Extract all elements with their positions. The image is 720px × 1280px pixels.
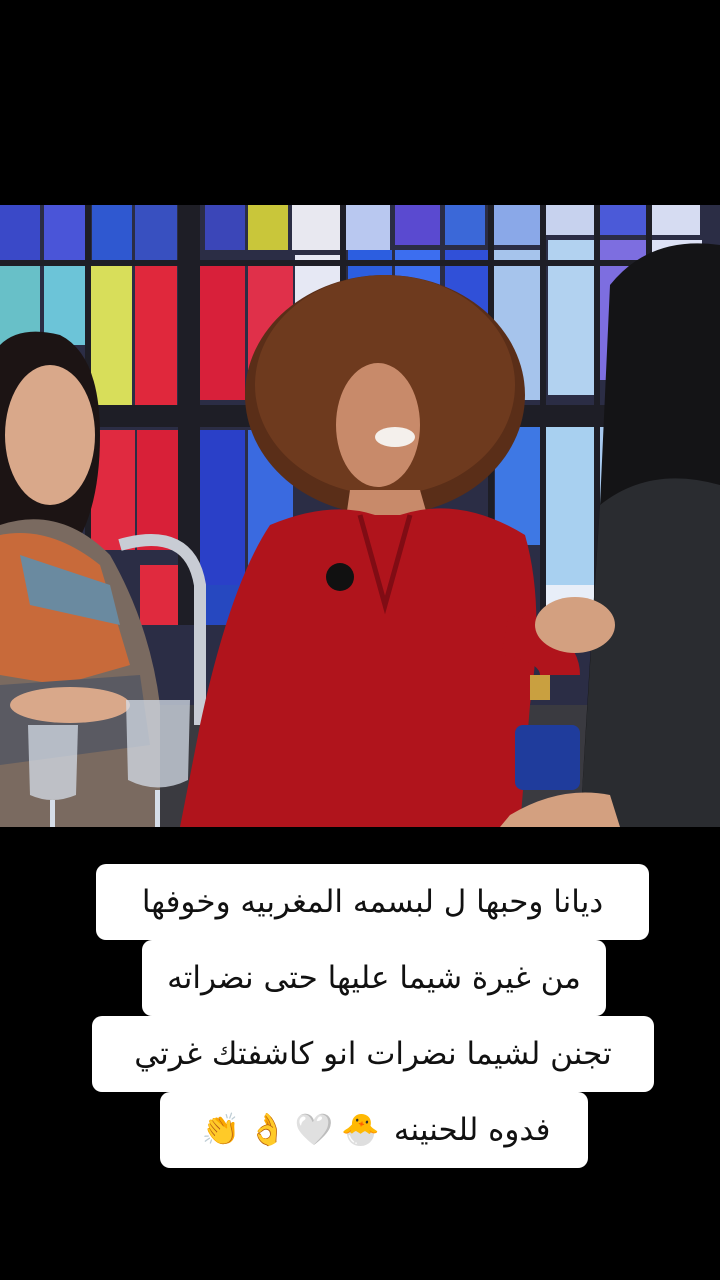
caption-line-3: تجنن لشيما نضرات انو كاشفتك غرتي xyxy=(92,1016,654,1092)
scene-illustration xyxy=(0,205,720,827)
caption-line-2: من غيرة شيما عليها حتى نضراته xyxy=(142,940,606,1016)
blue-jar xyxy=(515,725,580,790)
hatching-chick-icon: 🐣 xyxy=(341,1112,380,1148)
white-heart-icon: 🤍 xyxy=(294,1112,334,1148)
video-frame: ديانا وحبها ل لبسمه المغربيه وخوفها من غ… xyxy=(0,0,720,1280)
caption-line-4-text: فدوه للحنينه xyxy=(393,1112,551,1148)
caption-overlay: ديانا وحبها ل لبسمه المغربيه وخوفها من غ… xyxy=(0,860,720,1190)
clapping-hands-icon: 👏 xyxy=(201,1112,241,1148)
video-still xyxy=(0,205,720,827)
caption-line-4: فدوه للحنينه 🐣🤍👌👏 xyxy=(160,1092,588,1168)
caption-line-1: ديانا وحبها ل لبسمه المغربيه وخوفها xyxy=(96,864,649,940)
ok-hand-icon: 👌 xyxy=(248,1112,287,1148)
